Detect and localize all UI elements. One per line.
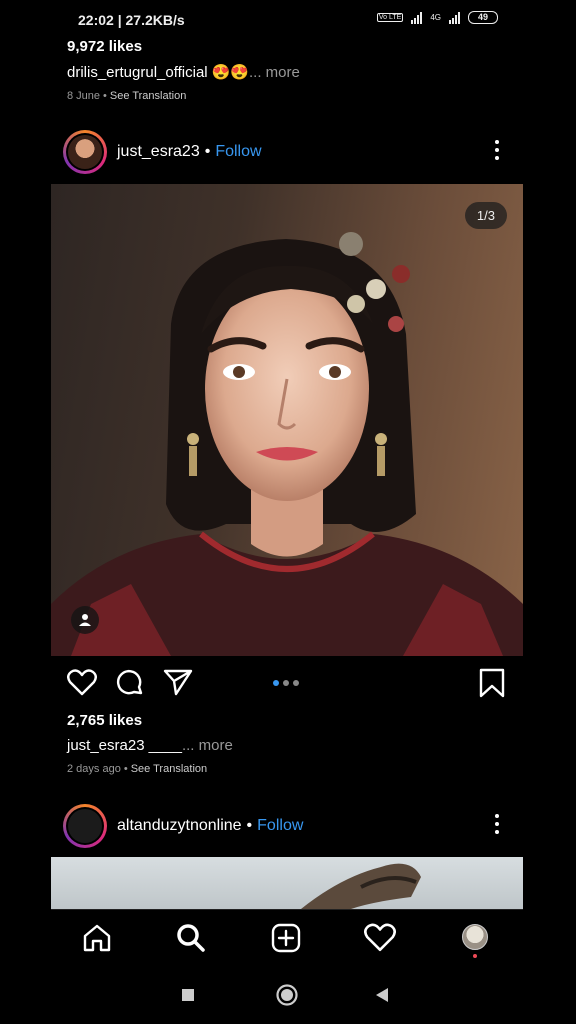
- prev-caption-user[interactable]: drilis_ertugrul_official: [67, 64, 208, 81]
- next-follow-button[interactable]: Follow: [257, 817, 303, 835]
- caption-text: ____: [148, 737, 182, 754]
- next-more-options-icon[interactable]: [495, 814, 499, 834]
- post-header: just_esra23 • Follow: [51, 127, 523, 177]
- status-icons: Vo LTE 4G 49: [376, 11, 498, 24]
- next-avatar-image: [68, 809, 102, 843]
- next-header-dot: •: [246, 817, 253, 834]
- search-icon[interactable]: [175, 922, 207, 959]
- status-bar: 22:02 | 27.2KB/s Vo LTE 4G 49: [0, 0, 576, 40]
- status-time: 22:02 | 27.2KB/s: [78, 12, 185, 28]
- post-date: 2 days ago: [67, 763, 121, 775]
- signal-icon: [411, 11, 423, 24]
- follow-button[interactable]: Follow: [215, 143, 261, 161]
- send-icon[interactable]: [163, 668, 193, 701]
- carousel-counter: 1/3: [464, 202, 507, 229]
- next-post-avatar[interactable]: [63, 804, 107, 848]
- prev-see-translation[interactable]: See Translation: [110, 90, 186, 102]
- more-options-icon[interactable]: [495, 140, 499, 160]
- prev-caption: drilis_ertugrul_official 😍😍 ... more: [51, 63, 523, 82]
- battery-icon: 49: [468, 11, 498, 24]
- back-nav-button[interactable]: [375, 987, 389, 1008]
- home-icon[interactable]: [81, 922, 113, 959]
- profile-avatar[interactable]: [462, 924, 488, 950]
- prev-likes-count[interactable]: 9,972 likes: [51, 38, 523, 55]
- home-nav-button[interactable]: [275, 983, 299, 1012]
- prev-meta-dot: •: [103, 90, 107, 102]
- post-photo[interactable]: 1/3: [51, 184, 523, 656]
- plus-square-icon[interactable]: [270, 922, 302, 959]
- more-link[interactable]: ... more: [182, 737, 233, 754]
- recents-button[interactable]: [181, 988, 195, 1007]
- post-meta: 2 days ago • See Translation: [51, 763, 523, 775]
- volte-icon: Vo LTE: [376, 13, 404, 22]
- see-translation[interactable]: See Translation: [131, 763, 207, 775]
- prev-more-link[interactable]: ... more: [249, 64, 300, 81]
- prev-meta: 8 June • See Translation: [51, 90, 523, 102]
- next-photo-illustration: [301, 863, 421, 909]
- prev-post-footer: 9,972 likes drilis_ertugrul_official 😍😍 …: [51, 38, 523, 102]
- prev-date: 8 June: [67, 90, 101, 102]
- next-post-username[interactable]: altanduzytnonline: [117, 817, 242, 835]
- prev-caption-emoji: 😍😍: [211, 64, 249, 81]
- comment-icon[interactable]: [115, 668, 145, 703]
- portrait-illustration: [51, 232, 523, 656]
- tagged-users-icon[interactable]: [71, 606, 99, 634]
- avatar-image: [68, 135, 102, 169]
- post-avatar[interactable]: [63, 130, 107, 174]
- next-post-header: altanduzytnonline • Follow: [51, 801, 523, 851]
- post-username[interactable]: just_esra23: [117, 143, 200, 161]
- activity-heart-icon[interactable]: [364, 922, 396, 957]
- likes-count[interactable]: 2,765 likes: [51, 712, 523, 729]
- signal-icon-2: [449, 11, 460, 24]
- caption-user[interactable]: just_esra23: [67, 737, 145, 754]
- post-actions: [51, 664, 523, 704]
- post-caption: just_esra23 ____ ... more: [51, 737, 523, 754]
- header-dot: •: [204, 143, 211, 160]
- bottom-tab-bar: [51, 909, 523, 965]
- bookmark-icon[interactable]: [479, 668, 505, 703]
- meta-dot: •: [123, 763, 128, 775]
- network-type: 4G: [430, 13, 441, 22]
- next-post-photo[interactable]: [51, 857, 523, 909]
- system-nav-bar: [0, 965, 576, 1024]
- carousel-indicator: [273, 680, 299, 686]
- heart-icon[interactable]: [67, 668, 97, 701]
- profile-notification-dot: [473, 954, 477, 958]
- post-footer: 2,765 likes just_esra23 ____ ... more 2 …: [51, 712, 523, 775]
